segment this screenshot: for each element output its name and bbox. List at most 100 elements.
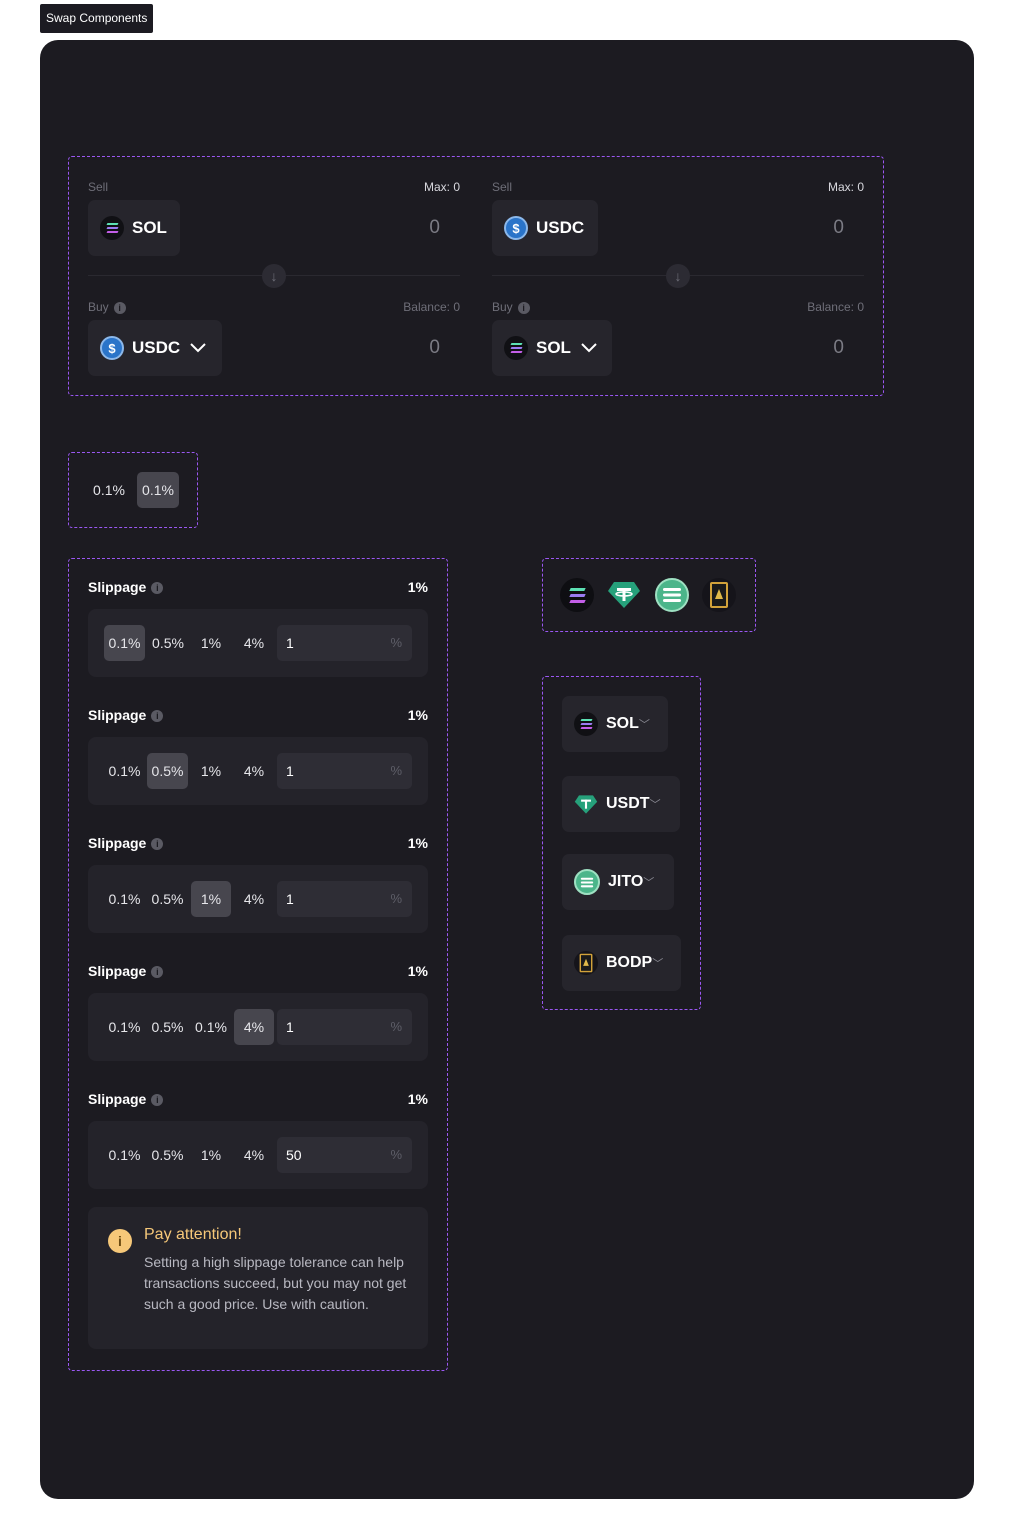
sell-amount-input[interactable]: 0 <box>429 217 440 239</box>
custom-slippage-input[interactable]: 1 % <box>277 753 412 789</box>
sell-token-button[interactable]: $ USDC <box>492 200 598 256</box>
slippage-title: Slippage i <box>88 963 164 979</box>
sell-token-label: SOL <box>132 218 167 237</box>
slippage-option[interactable]: 1% <box>191 625 231 661</box>
slippage-options-box: 0.1% 0.5% 1% 4% 50 % <box>88 1121 428 1189</box>
percent-suffix: % <box>390 763 402 778</box>
slippage-option[interactable]: 1% <box>191 1137 231 1173</box>
slippage-warning: i Pay attention! Setting a high slippage… <box>88 1207 428 1349</box>
sol-icon <box>100 216 124 240</box>
info-icon: i <box>151 838 164 851</box>
slippage-option[interactable]: 0.5% <box>147 753 188 789</box>
bodp-icon <box>574 951 598 975</box>
swap-panel: Sell Max: 0 $ USDC 0 ↓ Buy i Balance: 0 S… <box>492 180 864 376</box>
chevron-down-icon: ﹀ <box>649 799 661 811</box>
custom-slippage-input[interactable]: 50 % <box>277 1137 412 1173</box>
jito-icon <box>655 578 689 612</box>
token-chip-label: JITO <box>608 873 644 890</box>
sell-token-label: USDC <box>536 218 585 237</box>
slippage-option[interactable]: 4% <box>234 753 274 789</box>
info-icon: i <box>151 582 164 595</box>
percent-suffix: % <box>390 1147 402 1162</box>
custom-slippage-value: 1 <box>286 763 294 779</box>
buy-token-label: USDC <box>132 338 181 357</box>
warning-info-icon: i <box>108 1229 132 1253</box>
slippage-title: Slippage i <box>88 835 164 851</box>
token-select-usdt[interactable]: USDT ﹀ <box>562 776 680 832</box>
slippage-options-box: 0.1% 0.5% 0.1% 4% 1 % <box>88 993 428 1061</box>
percent-suffix: % <box>390 1019 402 1034</box>
sell-token-button[interactable]: SOL <box>88 200 180 256</box>
custom-slippage-input[interactable]: 1 % <box>277 625 412 661</box>
slippage-options-box: 0.1% 0.5% 1% 4% 1 % <box>88 737 428 805</box>
custom-slippage-input[interactable]: 1 % <box>277 881 412 917</box>
slippage-option[interactable]: 0.5% <box>147 1009 188 1045</box>
balance-label: Balance: 0 <box>403 300 460 314</box>
usdc-icon: $ <box>100 336 124 360</box>
token-chip-label: USDT <box>606 795 650 812</box>
usdc-icon: $ <box>504 216 528 240</box>
buy-label: Buy i <box>492 300 530 314</box>
slippage-option[interactable]: 0.1% <box>104 1137 145 1173</box>
switch-direction-button[interactable]: ↓ <box>666 264 690 288</box>
slippage-option[interactable]: 0.1% <box>104 881 145 917</box>
chevron-down-icon <box>581 340 597 356</box>
slippage-option[interactable]: 1% <box>191 881 231 917</box>
slippage-option[interactable]: 1% <box>191 753 231 789</box>
usdt-icon <box>607 578 641 612</box>
slippage-title: Slippage i <box>88 1091 164 1107</box>
slippage-option[interactable]: 0.1% <box>191 1009 231 1045</box>
percent-suffix: % <box>390 635 402 650</box>
custom-slippage-value: 50 <box>286 1147 302 1163</box>
info-icon: i <box>151 710 164 723</box>
slippage-option[interactable]: 0.5% <box>147 881 188 917</box>
arrow-down-icon: ↓ <box>270 268 278 284</box>
warning-title: Pay attention! <box>144 1226 242 1243</box>
max-label: Max: 0 <box>827 180 864 194</box>
buy-amount-value: 0 <box>833 337 844 358</box>
jito-icon <box>574 869 600 895</box>
slippage-option[interactable]: 0.5% <box>147 1137 188 1173</box>
slippage-option[interactable]: 0.1% <box>104 753 145 789</box>
token-chip-label: BODP <box>606 954 653 971</box>
slippage-option[interactable]: 4% <box>234 1137 274 1173</box>
slippage-option[interactable]: 4% <box>234 625 274 661</box>
arrow-down-icon: ↓ <box>674 268 682 284</box>
token-select-sol[interactable]: SOL ﹀ <box>562 696 668 752</box>
buy-token-button[interactable]: $ USDC <box>88 320 222 376</box>
slippage-value: 1% <box>407 963 428 979</box>
custom-slippage-value: 1 <box>286 635 294 651</box>
buy-token-label: SOL <box>536 338 571 357</box>
toggle-chip-selected[interactable]: 0.1% <box>137 472 179 508</box>
sell-label: Sell <box>492 180 513 194</box>
slippage-value: 1% <box>407 579 428 595</box>
switch-direction-button[interactable]: ↓ <box>262 264 286 288</box>
token-select-jito[interactable]: JITO ﹀ <box>562 854 674 910</box>
usdt-icon <box>574 792 598 816</box>
slippage-option[interactable]: 0.5% <box>148 625 188 661</box>
sell-amount-input[interactable]: 0 <box>833 217 844 239</box>
swap-panel: Sell Max: 0 SOL 0 ↓ Buy i Balance: 0 $ US… <box>88 180 460 376</box>
slippage-option[interactable]: 0.1% <box>104 625 145 661</box>
chevron-down-icon <box>190 340 206 356</box>
chevron-down-icon: ﹀ <box>638 719 650 731</box>
info-icon: i <box>151 1094 164 1107</box>
buy-label: Buy i <box>88 300 126 314</box>
slippage-options-box: 0.1% 0.5% 1% 4% 1 % <box>88 609 428 677</box>
token-select-bodp[interactable]: BODP ﹀ <box>562 935 681 991</box>
slippage-value: 1% <box>407 835 428 851</box>
warning-body: Setting a high slippage tolerance can he… <box>144 1254 407 1312</box>
chevron-down-icon: ﹀ <box>652 958 664 970</box>
buy-token-button[interactable]: SOL <box>492 320 612 376</box>
slippage-option[interactable]: 0.1% <box>104 1009 145 1045</box>
custom-slippage-input[interactable]: 1 % <box>277 1009 412 1045</box>
toggle-chip[interactable]: 0.1% <box>88 472 130 508</box>
canvas-frame: Sell Max: 0 SOL 0 ↓ Buy i Balance: 0 $ US… <box>40 40 974 1499</box>
chevron-down-icon: ﹀ <box>643 877 655 889</box>
slippage-option[interactable]: 4% <box>234 881 274 917</box>
info-icon: i <box>151 966 164 979</box>
slippage-option[interactable]: 4% <box>234 1009 274 1045</box>
info-icon: i <box>517 301 530 314</box>
balance-label: Balance: 0 <box>807 300 864 314</box>
buy-amount-value: 0 <box>429 337 440 358</box>
